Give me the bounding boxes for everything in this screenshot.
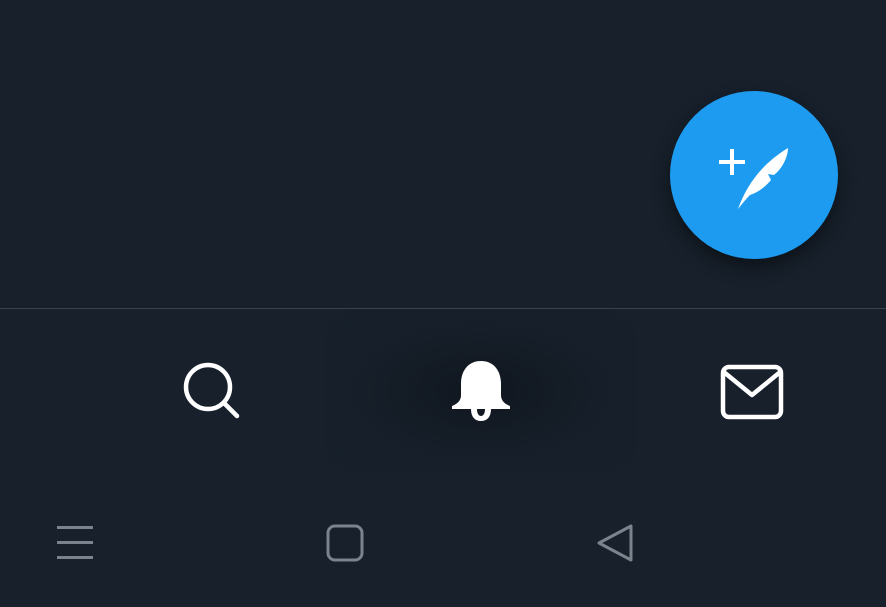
square-home-icon (326, 524, 364, 562)
system-navigation-bar (0, 479, 886, 607)
nav-messages-tab[interactable] (660, 309, 844, 474)
nav-search-tab[interactable] (120, 309, 304, 474)
system-home-button[interactable] (290, 479, 400, 607)
screen (0, 0, 886, 607)
compose-feather-plus-icon (719, 148, 788, 209)
system-menu-button[interactable] (20, 479, 130, 607)
system-back-button[interactable] (560, 479, 670, 607)
compose-tweet-button[interactable] (670, 91, 838, 259)
nav-notifications-tab[interactable] (326, 309, 636, 474)
menu-icon (57, 526, 93, 559)
bell-icon (452, 360, 510, 421)
mail-icon (720, 364, 784, 419)
triangle-back-icon (597, 524, 633, 562)
bottom-navigation-bar (0, 309, 886, 479)
search-icon (183, 362, 240, 418)
